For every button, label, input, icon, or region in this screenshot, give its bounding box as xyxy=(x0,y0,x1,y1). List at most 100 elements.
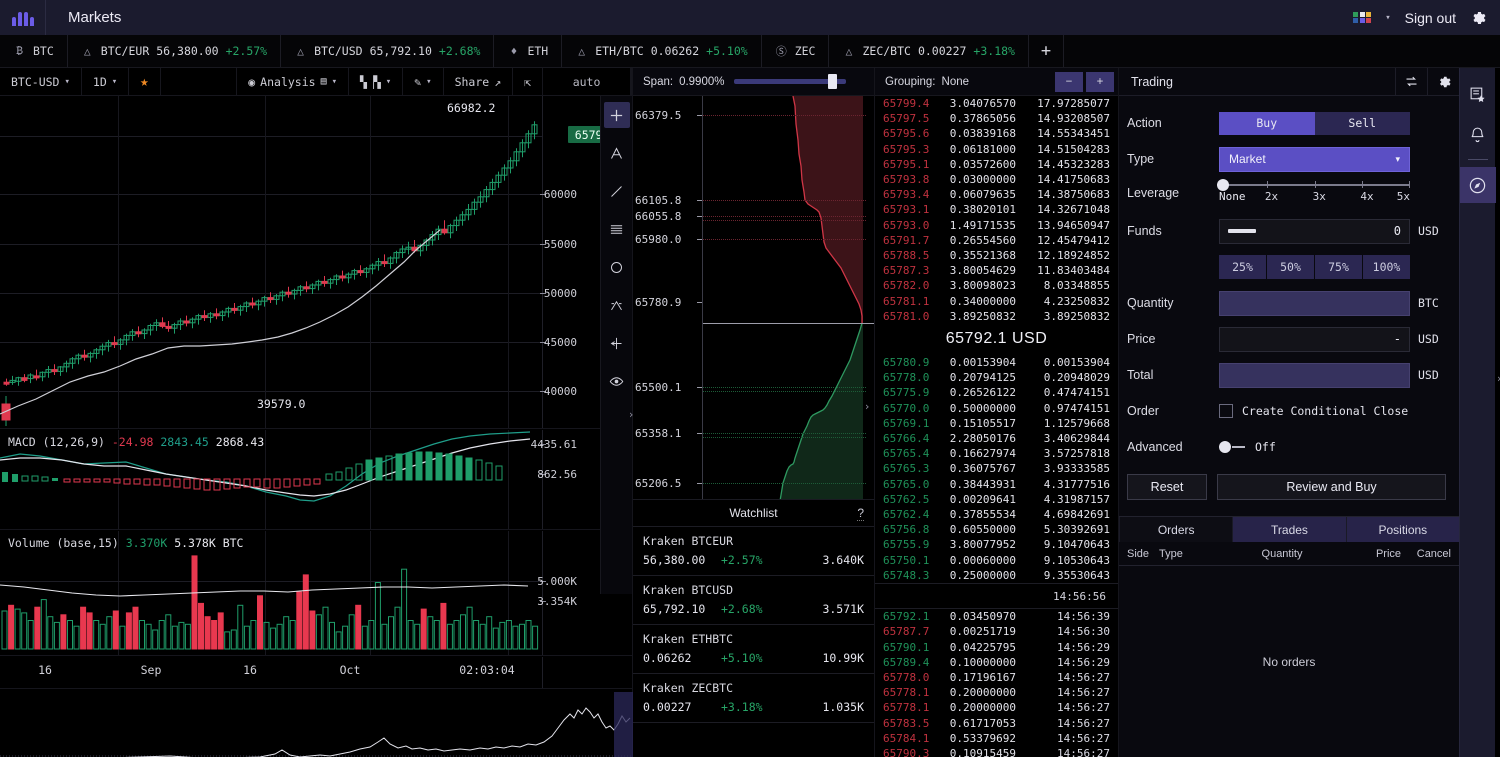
trade-row[interactable]: 65784.1 0.53379692 14:56:27 xyxy=(875,731,1118,746)
orderbook-row[interactable]: 65765.0 0.38443931 4.31777516 xyxy=(875,477,1118,492)
review-and-buy-button[interactable]: Review and Buy xyxy=(1217,474,1446,500)
orderbook-row[interactable]: 65775.9 0.26526122 0.47474151 xyxy=(875,385,1118,400)
text-icon[interactable] xyxy=(604,140,630,166)
orderbook-row[interactable]: 65788.5 0.35521368 12.18924852 xyxy=(875,248,1118,263)
indicators-button[interactable]: ▚▕▚ ▾ xyxy=(349,68,404,95)
orderbook-row[interactable]: 65756.8 0.60550000 5.30392691 xyxy=(875,522,1118,537)
orderbook-row[interactable]: 65791.7 0.26554560 12.45479412 xyxy=(875,233,1118,248)
trade-row[interactable]: 65787.7 0.00251719 14:56:30 xyxy=(875,624,1118,639)
share-button[interactable]: Share ↗ xyxy=(444,68,514,95)
gear-icon[interactable] xyxy=(1470,10,1486,26)
advanced-toggle[interactable] xyxy=(1219,441,1245,453)
orderbook-row[interactable]: 65795.1 0.03572600 14.45323283 xyxy=(875,157,1118,172)
fullscreen-button[interactable]: ⇱ xyxy=(513,68,544,95)
orderbook-row[interactable]: 65781.1 0.34000000 4.23250832 xyxy=(875,294,1118,309)
percent-100-button[interactable]: 100% xyxy=(1363,255,1410,279)
interval-selector[interactable]: 1D ▾ xyxy=(82,68,130,95)
notes-star-icon[interactable] xyxy=(1460,76,1496,112)
tab-positions[interactable]: Positions xyxy=(1345,517,1459,542)
draw-button[interactable]: ✎ ▾ xyxy=(403,68,444,95)
orderbook-row[interactable]: 65748.3 0.25000000 9.35530643 xyxy=(875,568,1118,583)
orderbook-row[interactable]: 65770.0 0.50000000 0.97474151 xyxy=(875,401,1118,416)
tab-zec[interactable]: Ⓢ ZEC xyxy=(762,35,830,67)
orderbook-row[interactable]: 65765.4 0.16627974 3.57257818 xyxy=(875,446,1118,461)
bell-icon[interactable] xyxy=(1460,116,1496,152)
orderbook-row[interactable]: 65793.0 1.49171535 13.94650947 xyxy=(875,218,1118,233)
tab-btc-eur[interactable]: △ BTC/EUR 56,380.00 +2.57% xyxy=(68,35,282,67)
percent-50-button[interactable]: 50% xyxy=(1267,255,1314,279)
trade-row[interactable]: 65789.4 0.10000000 14:56:29 xyxy=(875,655,1118,670)
favorite-button[interactable]: ★ xyxy=(129,68,161,95)
quantity-input[interactable] xyxy=(1219,290,1410,316)
conditional-close-checkbox[interactable] xyxy=(1219,404,1233,418)
collapse-chart-arrow[interactable]: › xyxy=(626,403,636,425)
compass-icon[interactable] xyxy=(1459,167,1496,203)
trade-row[interactable]: 65790.3 0.10915459 14:56:27 xyxy=(875,746,1118,757)
depth-chart[interactable]: 66379.5 66105.8 66055.8 65980.0 65780.9 … xyxy=(633,96,874,499)
trendline-icon[interactable] xyxy=(604,178,630,204)
orderbook-row[interactable]: 65799.4 3.04076570 17.97285077 xyxy=(875,96,1118,111)
overview-chart[interactable]: 2014 2016 2018 2020 Jul xyxy=(0,690,633,757)
price-pane[interactable]: 66982.2 39579.0 60000 55000 50000 45000 … xyxy=(0,96,632,429)
trades-list[interactable]: 65792.1 0.03450970 14:56:39 65787.7 0.002517… xyxy=(875,609,1118,757)
tab-btc-usd[interactable]: △ BTC/USD 65,792.10 +2.68% xyxy=(281,35,495,67)
collapse-book-arrow[interactable]: › xyxy=(1494,368,1500,390)
asks-list[interactable]: 65799.4 3.04076570 17.97285077 65797.5 0.378… xyxy=(875,96,1118,324)
fib-lines-icon[interactable] xyxy=(604,216,630,242)
orderbook-row[interactable]: 65769.1 0.15105517 1.12579668 xyxy=(875,416,1118,431)
tab-eth-btc[interactable]: △ ETH/BTC 0.06262 +5.10% xyxy=(562,35,762,67)
pair-selector[interactable]: BTC-USD ▾ xyxy=(0,68,82,95)
total-input[interactable] xyxy=(1219,362,1410,388)
orderbook-row[interactable]: 65755.9 3.80077952 9.10470643 xyxy=(875,537,1118,552)
chart-x-axis[interactable]: 16 Sep 16 Oct 02:03:04 xyxy=(0,657,632,689)
orderbook-row[interactable]: 65762.4 0.37855534 4.69842691 xyxy=(875,507,1118,522)
trade-row[interactable]: 65778.1 0.20000000 14:56:27 xyxy=(875,685,1118,700)
orderbook-row[interactable]: 65793.4 0.06079635 14.38750683 xyxy=(875,187,1118,202)
swap-icon[interactable] xyxy=(1395,68,1427,95)
trade-row[interactable]: 65778.1 0.20000000 14:56:27 xyxy=(875,700,1118,715)
visibility-icon[interactable] xyxy=(604,368,630,394)
grouping-decrease-button[interactable]: − xyxy=(1055,71,1083,92)
orderbook-row[interactable]: 65793.8 0.03000000 14.41750683 xyxy=(875,172,1118,187)
orderbook-row[interactable]: 65765.3 0.36075767 3.93333585 xyxy=(875,461,1118,476)
orderbook-row[interactable]: 65781.0 3.89250832 3.89250832 xyxy=(875,309,1118,324)
list-item[interactable]: Kraken BTCEUR 56,380.00 +2.57% 3.640K xyxy=(633,527,874,576)
add-tab-button[interactable]: + xyxy=(1029,35,1064,67)
orderbook-row[interactable]: 65795.6 0.03839168 14.55343451 xyxy=(875,126,1118,141)
trade-row[interactable]: 65792.1 0.03450970 14:56:39 xyxy=(875,609,1118,624)
orderbook-row[interactable]: 65780.9 0.00153904 0.00153904 xyxy=(875,355,1118,370)
tab-trades[interactable]: Trades xyxy=(1232,517,1346,542)
tab-orders[interactable]: Orders xyxy=(1119,517,1233,542)
orderbook-row[interactable]: 65762.5 0.00209641 4.31987157 xyxy=(875,492,1118,507)
price-input[interactable]: - xyxy=(1219,326,1410,352)
color-grid-icon[interactable] xyxy=(1353,11,1372,24)
gear-icon[interactable] xyxy=(1427,68,1459,95)
orderbook-row[interactable]: 65797.5 0.37865056 14.93208507 xyxy=(875,111,1118,126)
action-toggle[interactable]: Buy Sell xyxy=(1219,111,1410,135)
leverage-slider[interactable]: None 2x 3x 4x 5x xyxy=(1217,179,1410,204)
macd-pane[interactable]: MACD (12,26,9) -24.98 2843.45 2868.43 ✕ … xyxy=(0,430,632,530)
tab-eth[interactable]: ♦ ETH xyxy=(494,35,563,67)
trade-row[interactable]: 65783.5 0.61717053 14:56:27 xyxy=(875,716,1118,731)
list-item[interactable]: Kraken BTCUSD 65,792.10 +2.68% 3.571K xyxy=(633,576,874,625)
orderbook-row[interactable]: 65750.1 0.00060000 9.10530643 xyxy=(875,553,1118,568)
orderbook-row[interactable]: 65782.0 3.80098023 8.03348855 xyxy=(875,278,1118,293)
list-item[interactable]: Kraken ZECBTC 0.00227 +3.18% 1.035K xyxy=(633,674,874,723)
grouping-increase-button[interactable]: + xyxy=(1086,71,1114,92)
tab-btc[interactable]: ₿ BTC xyxy=(0,35,68,67)
list-item[interactable]: Kraken ETHBTC 0.06262 +5.10% 10.99K xyxy=(633,625,874,674)
bids-list[interactable]: 65780.9 0.00153904 0.00153904 65778.0 0.2079… xyxy=(875,355,1118,583)
chevron-down-icon[interactable]: ▾ xyxy=(1385,13,1390,23)
orderbook-row[interactable]: 65793.1 0.38020101 14.32671048 xyxy=(875,202,1118,217)
trade-row[interactable]: 65790.1 0.04225795 14:56:29 xyxy=(875,640,1118,655)
volume-pane[interactable]: Volume (base,15) 3.370K 5.378K BTC ✕ 5.0… xyxy=(0,531,632,656)
scale-mode-button[interactable]: auto xyxy=(543,68,631,95)
percent-75-button[interactable]: 75% xyxy=(1315,255,1362,279)
sell-button[interactable]: Sell xyxy=(1314,111,1410,135)
span-slider-knob[interactable] xyxy=(828,74,838,89)
orderbook-row[interactable]: 65766.4 2.28050176 3.40629844 xyxy=(875,431,1118,446)
percent-25-button[interactable]: 25% xyxy=(1219,255,1266,279)
funds-input[interactable]: 0 xyxy=(1219,218,1410,244)
ellipse-icon[interactable] xyxy=(604,254,630,280)
crosshair-icon[interactable] xyxy=(603,102,630,128)
